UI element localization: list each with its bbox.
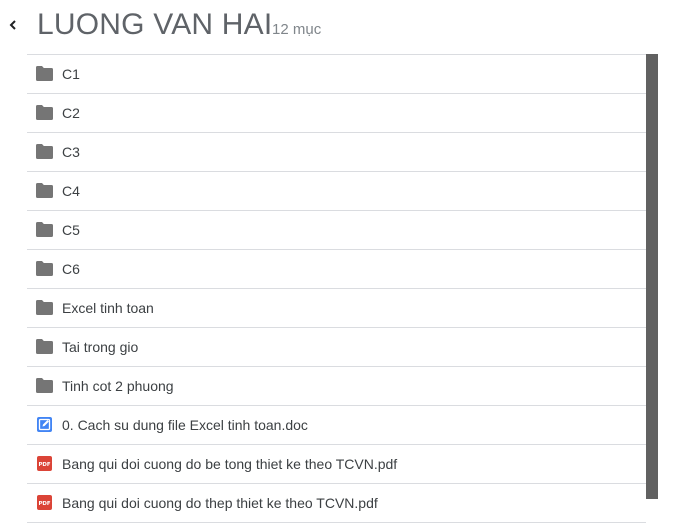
file-row[interactable]: 0. Cach su dung file Excel tinh toan.doc <box>27 406 646 445</box>
item-label: Bang qui doi cuong do be tong thiet ke t… <box>62 456 398 472</box>
folder-row[interactable]: C1 <box>27 55 646 94</box>
folder-icon <box>36 378 53 393</box>
folder-icon <box>36 222 53 237</box>
folder-row[interactable]: C3 <box>27 133 646 172</box>
folder-icon <box>36 339 53 354</box>
item-label: C6 <box>62 261 80 277</box>
folder-icon <box>36 66 53 81</box>
folder-row[interactable]: C6 <box>27 250 646 289</box>
item-label: C4 <box>62 183 80 199</box>
item-label: Tinh cot 2 phuong <box>62 378 174 394</box>
item-label: C3 <box>62 144 80 160</box>
header: LUONG VAN HAI 12 mục <box>0 0 687 54</box>
svg-text:PDF: PDF <box>38 501 50 507</box>
folder-icon <box>36 261 53 276</box>
file-row[interactable]: PDF Bang qui doi cuong do be tong thiet k… <box>27 445 646 484</box>
pdf-file-icon: PDF <box>36 456 53 471</box>
item-label: C2 <box>62 105 80 121</box>
scrollbar[interactable] <box>646 54 658 499</box>
folder-row[interactable]: C2 <box>27 94 646 133</box>
folder-icon <box>36 183 53 198</box>
folder-icon <box>36 144 53 159</box>
item-label: Bang qui doi cuong do thep thiet ke theo… <box>62 495 378 511</box>
folder-row[interactable]: C5 <box>27 211 646 250</box>
folder-row[interactable]: C4 <box>27 172 646 211</box>
folder-title: LUONG VAN HAI <box>37 8 273 41</box>
folder-row[interactable]: Tinh cot 2 phuong <box>27 367 646 406</box>
folder-icon <box>36 105 53 120</box>
item-label: Excel tinh toan <box>62 300 154 316</box>
doc-file-icon <box>36 417 53 432</box>
folder-row[interactable]: Tai trong gio <box>27 328 646 367</box>
back-button[interactable] <box>5 15 23 35</box>
svg-text:PDF: PDF <box>38 462 50 468</box>
item-label: 0. Cach su dung file Excel tinh toan.doc <box>62 417 308 433</box>
item-count: 12 mục <box>272 21 322 38</box>
item-label: C1 <box>62 66 80 82</box>
folder-row[interactable]: Excel tinh toan <box>27 289 646 328</box>
file-row[interactable]: PDF Bang qui doi cuong do thep thiet ke t… <box>27 484 646 523</box>
file-list: C1 C2 C3 C4 C5 C6 Excel tinh toan Tai trong gio… <box>27 54 646 524</box>
item-label: Tai trong gio <box>62 339 139 355</box>
item-label: C5 <box>62 222 80 238</box>
pdf-file-icon: PDF <box>36 495 53 510</box>
folder-icon <box>36 300 53 315</box>
chevron-left-icon <box>9 20 16 30</box>
